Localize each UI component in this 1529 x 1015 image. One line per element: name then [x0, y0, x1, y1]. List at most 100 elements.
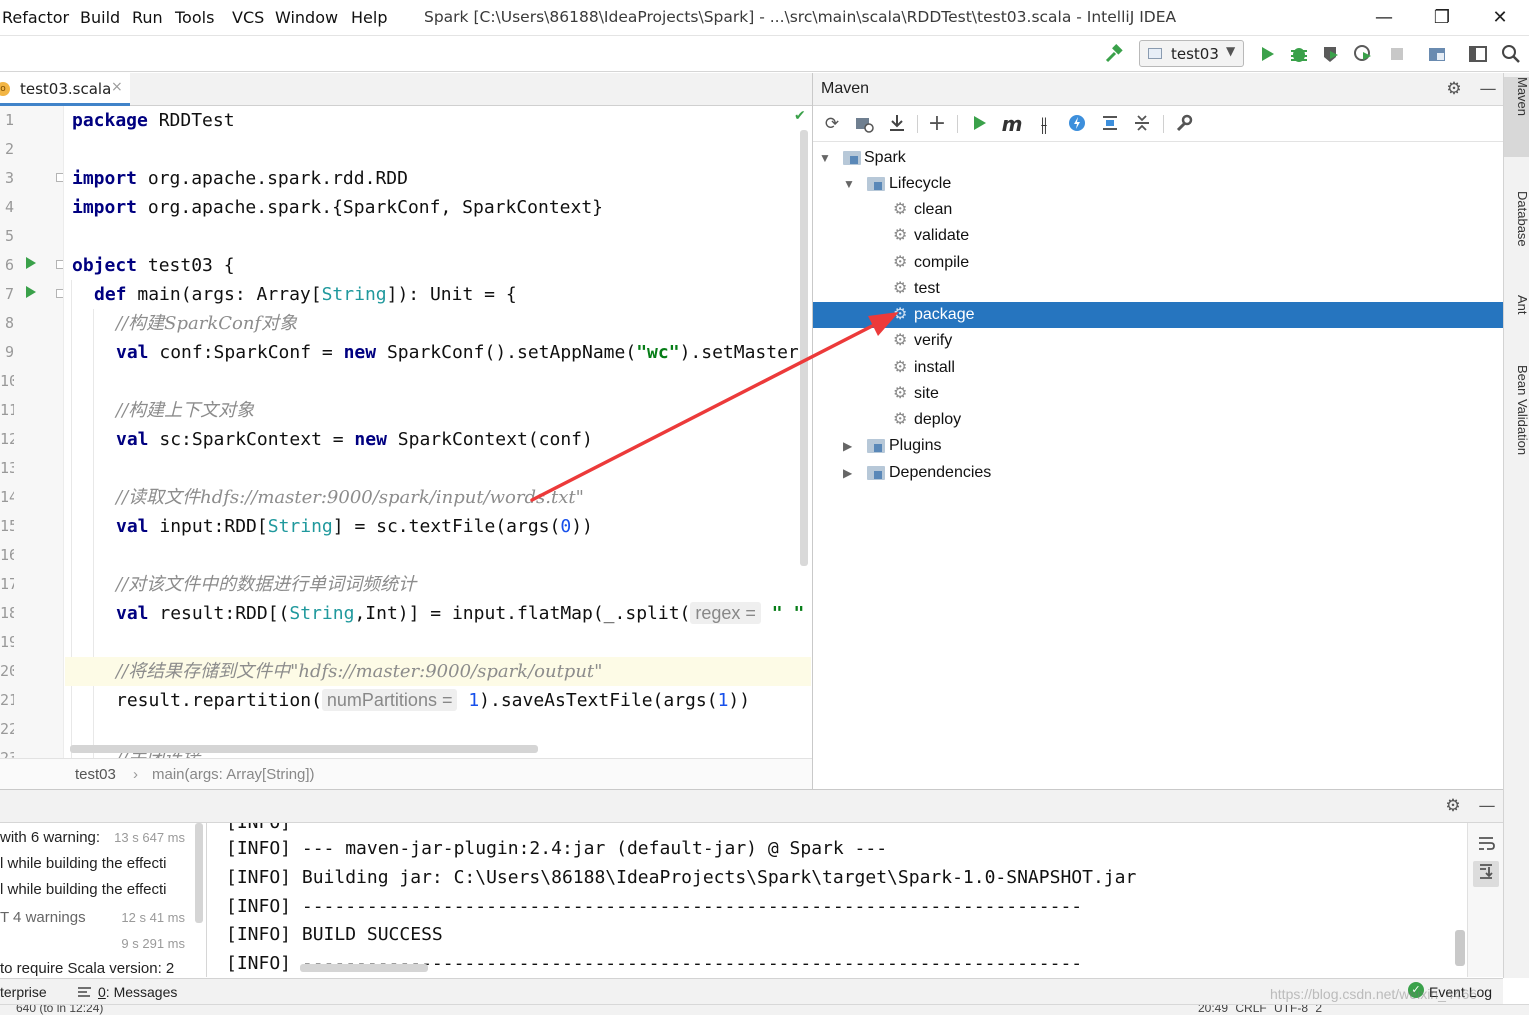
reimport-icon[interactable]: ⟳: [821, 113, 843, 135]
show-dependencies-icon[interactable]: [1099, 113, 1121, 135]
menu-window[interactable]: Window: [275, 8, 338, 27]
list-item[interactable]: l while building the effecti: [0, 877, 206, 903]
chevron-down-icon[interactable]: ▼: [819, 145, 831, 171]
soft-wrap-icon[interactable]: [1475, 833, 1497, 855]
hammer-icon[interactable]: [1103, 43, 1125, 65]
breadcrumb-item[interactable]: main(args: Array[String]): [152, 766, 315, 783]
toolbar-separator: [1163, 115, 1164, 133]
line-number: 20: [0, 662, 14, 680]
tree-node-goal-verify[interactable]: ⚙ verify: [813, 328, 1504, 354]
console-side-toolbar: [1467, 823, 1503, 977]
tree-node-goal-site[interactable]: ⚙ site: [813, 381, 1504, 407]
list-item[interactable]: 9 s 291 ms: [0, 931, 206, 957]
editor-vertical-scrollbar[interactable]: [800, 130, 808, 566]
tool-tab-maven[interactable]: Maven: [1504, 77, 1529, 157]
execute-goal-icon[interactable]: m: [1001, 113, 1023, 135]
line-number: 1: [4, 111, 14, 129]
code-line-1: package RDDTest: [72, 106, 811, 135]
tree-node-goal-deploy[interactable]: ⚙ deploy: [813, 407, 1504, 433]
close-button[interactable]: ✕: [1488, 6, 1512, 30]
profile-icon[interactable]: [1352, 43, 1374, 65]
build-panel-header: ⚙ —: [0, 789, 1503, 823]
project-structure-icon[interactable]: [1426, 43, 1448, 65]
tree-node-lifecycle[interactable]: ▼ Lifecycle: [813, 171, 1504, 197]
tree-node-goal-compile[interactable]: ⚙ compile: [813, 250, 1504, 276]
code-text: test03 {: [137, 255, 235, 276]
toggle-offline-icon[interactable]: ⫲: [1033, 113, 1055, 135]
code-comment: //对该文件中的数据进行单词词频统计: [116, 574, 417, 595]
editor-horizontal-scrollbar[interactable]: [70, 745, 538, 753]
layout-icon[interactable]: [1467, 43, 1489, 65]
run-gutter-icon[interactable]: [26, 286, 36, 298]
add-icon[interactable]: +: [926, 113, 948, 135]
menu-tools[interactable]: Tools: [175, 8, 214, 27]
build-console-output[interactable]: [INFO] [INFO] --- maven-jar-plugin:2.4:j…: [208, 823, 1467, 977]
tree-node-goal-install[interactable]: ⚙ install: [813, 355, 1504, 381]
run-icon[interactable]: [1256, 43, 1278, 65]
tree-node-goal-package[interactable]: ⚙ package: [813, 302, 1504, 328]
generate-sources-icon[interactable]: [853, 113, 875, 135]
code-line-12: val sc:SparkContext = new SparkContext(c…: [116, 425, 811, 454]
fold-marker-icon[interactable]: [56, 173, 63, 182]
string-literal: " ": [771, 603, 805, 624]
download-icon[interactable]: [886, 113, 908, 135]
fold-marker-icon[interactable]: [56, 289, 63, 298]
console-horizontal-scrollbar[interactable]: [300, 964, 428, 972]
build-list-scrollbar[interactable]: [195, 823, 203, 923]
menu-run[interactable]: Run: [132, 8, 163, 27]
run-gutter-icon[interactable]: [26, 257, 36, 269]
chevron-right-icon[interactable]: ▶: [843, 433, 852, 459]
tree-node-goal-test[interactable]: ⚙ test: [813, 276, 1504, 302]
tree-node-dependencies[interactable]: ▶ Dependencies: [813, 460, 1504, 486]
code-text: org.apache.spark.{SparkConf, SparkContex…: [137, 197, 604, 218]
run-configuration-select[interactable]: test03 ▼: [1139, 40, 1244, 67]
gear-icon[interactable]: ⚙: [1443, 78, 1465, 100]
tree-node-plugins[interactable]: ▶ Plugins: [813, 433, 1504, 459]
tool-tab-ant[interactable]: Ant: [1504, 295, 1529, 345]
list-item[interactable]: T 4 warnings 12 s 41 ms: [0, 905, 206, 931]
fold-marker-icon[interactable]: [56, 260, 63, 269]
list-item[interactable]: with 6 warning: 13 s 647 ms: [0, 825, 206, 851]
tool-tab-enterprise[interactable]: terprise: [0, 984, 47, 1000]
tab-test03-scala[interactable]: o test03.scala ×: [0, 73, 130, 106]
minimize-button[interactable]: —: [1372, 6, 1396, 30]
wrench-icon[interactable]: [1173, 113, 1195, 135]
close-tab-icon[interactable]: ×: [111, 79, 123, 95]
inspection-ok-icon[interactable]: ✔: [794, 108, 806, 124]
run-icon[interactable]: [968, 113, 990, 135]
code-text: SparkContext(conf): [386, 429, 593, 450]
menu-help[interactable]: Help: [351, 8, 387, 27]
coverage-icon[interactable]: [1320, 43, 1342, 65]
tool-tab-messages[interactable]: 0: Messages: [98, 984, 177, 1000]
chevron-right-icon[interactable]: ▶: [843, 460, 852, 486]
tool-tab-database[interactable]: Database: [1504, 191, 1529, 281]
code-text: main(args: Array[: [126, 284, 322, 305]
list-item[interactable]: l while building the effecti: [0, 851, 206, 877]
gear-icon: ⚙: [893, 411, 908, 428]
menu-build[interactable]: Build: [80, 8, 120, 27]
console-vertical-scrollbar[interactable]: [1455, 930, 1465, 966]
chevron-down-icon[interactable]: ▼: [843, 171, 855, 197]
list-item[interactable]: to require Scala version: 2: [0, 956, 206, 977]
menu-refactor[interactable]: Refactor: [2, 8, 69, 27]
hide-panel-icon[interactable]: —: [1477, 78, 1499, 100]
menu-vcs[interactable]: VCS: [232, 8, 264, 27]
build-message: l while building the effecti: [0, 855, 167, 872]
search-icon[interactable]: [1500, 43, 1522, 65]
code-editor[interactable]: package RDDTest import org.apache.spark.…: [65, 106, 811, 758]
debug-icon[interactable]: [1288, 43, 1310, 65]
status-bar: 640 (to ln 12:24) 20:49 CRLF UTF-8 2: [0, 1004, 1529, 1015]
tree-node-goal-clean[interactable]: ⚙ clean: [813, 197, 1504, 223]
stop-icon[interactable]: [1386, 43, 1408, 65]
gear-icon[interactable]: ⚙: [1442, 795, 1464, 817]
tree-node-goal-validate[interactable]: ⚙ validate: [813, 223, 1504, 249]
status-right[interactable]: 20:49 CRLF UTF-8 2: [1198, 1005, 1322, 1015]
maximize-button[interactable]: ❐: [1430, 6, 1454, 30]
breadcrumb-item[interactable]: test03: [75, 766, 116, 783]
skip-tests-icon[interactable]: [1066, 113, 1088, 135]
hide-panel-icon[interactable]: —: [1476, 795, 1498, 817]
tool-tab-bean-validation[interactable]: Bean Validation: [1504, 365, 1529, 485]
tree-node-project[interactable]: ▼ Spark: [813, 145, 1504, 171]
scroll-to-end-icon[interactable]: [1473, 861, 1499, 887]
collapse-all-icon[interactable]: [1131, 113, 1153, 135]
